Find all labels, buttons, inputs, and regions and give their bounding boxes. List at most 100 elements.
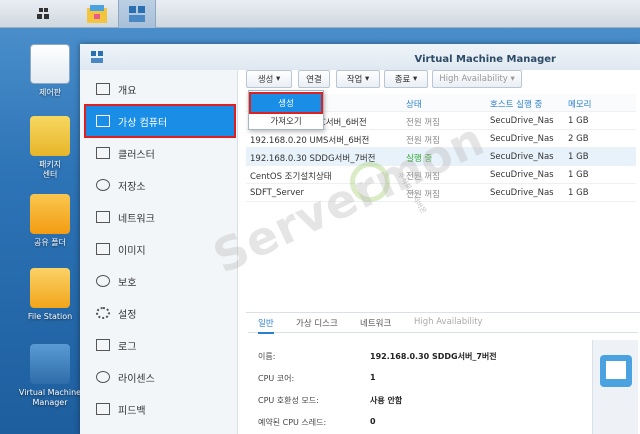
sidebar-item-log[interactable]: 로그 [86, 330, 234, 360]
window-title: Virtual Machine Manager [414, 54, 556, 65]
vm-memory: 1 GB [568, 116, 589, 126]
desktop-icon-package-center[interactable]: 패키지 센터 [14, 116, 86, 180]
create-button-label: 생성 [257, 75, 274, 85]
chevron-down-icon: ▾ [276, 74, 281, 84]
image-icon [96, 243, 110, 255]
vm-status: 전원 꺼짐 [406, 136, 440, 146]
vm-memory: 1 GB [568, 152, 589, 162]
vm-memory: 1 GB [568, 188, 589, 198]
prop-value: 192.168.0.30 SDDG서버_7버전 [370, 352, 497, 361]
sidebar-item-label: 클러스터 [118, 149, 155, 161]
mail-icon [96, 403, 110, 415]
sidebar-item-label: 네트워크 [118, 213, 155, 225]
taskbar [0, 0, 640, 28]
vm-memory: 1 GB [568, 170, 589, 180]
sidebar-item-protection[interactable]: 보호 [86, 266, 234, 296]
desktop-icon-label: 공유 폴더 [34, 238, 66, 247]
vm-status: 전원 꺼짐 [406, 118, 440, 128]
tab-high-availability[interactable]: High Availability [414, 317, 483, 327]
vm-host: SecuDrive_Nas [490, 188, 554, 198]
column-header-memory[interactable]: 메모리 [568, 98, 591, 110]
action-button[interactable]: 작업 ▾ [336, 70, 380, 88]
watermark-logo [350, 162, 390, 202]
file-station-icon [30, 268, 70, 308]
table-row[interactable]: SDFT_Server 전원 꺼짐 SecuDrive_Nas 1 GB [246, 184, 636, 202]
menu-item-create[interactable]: 생성 [249, 92, 323, 114]
shutdown-button[interactable]: 종료 ▾ [384, 70, 428, 88]
high-availability-button[interactable]: High Availability ▾ [432, 70, 522, 88]
sidebar-item-virtual-machine[interactable]: 가상 컴퓨터 [84, 104, 236, 138]
main-menu-button[interactable] [24, 0, 62, 28]
vm-name: 192.168.0.20 UMS서버_6버전 [250, 136, 370, 146]
sidebar-item-cluster[interactable]: 클러스터 [86, 138, 234, 168]
chevron-down-icon: ▾ [413, 74, 418, 84]
prop-value: 0 [370, 417, 376, 426]
sidebar-item-label: 보호 [118, 277, 137, 289]
desktop-icon-label: 제어판 [38, 88, 62, 97]
menu-item-import[interactable]: 가져오기 [251, 112, 321, 130]
table-row[interactable]: 192.168.0.20 UMS서버_6버전 전원 꺼짐 SecuDrive_N… [246, 130, 636, 148]
sidebar-item-label: 설정 [118, 309, 137, 321]
taskbar-vmm[interactable] [118, 0, 156, 28]
sidebar-item-overview[interactable]: 개요 [86, 74, 234, 104]
virtual-machine-icon [96, 115, 110, 127]
chevron-down-icon: ▾ [510, 74, 515, 84]
desktop-icon-vmm[interactable]: Virtual Machine Manager [14, 344, 86, 408]
table-row[interactable]: CentOS 조기설치상태 전원 꺼짐 SecuDrive_Nas 1 GB [246, 166, 636, 184]
main-menu-icon [37, 8, 49, 19]
vm-host: SecuDrive_Nas [490, 152, 554, 162]
column-header-host[interactable]: 호스트 실행 중 [490, 98, 542, 110]
prop-label: 예약된 CPU 스레드: [258, 418, 327, 427]
shutdown-button-label: 종료 [394, 75, 411, 85]
sidebar-item-feedback[interactable]: 피드백 [86, 394, 234, 424]
cluster-icon [96, 147, 110, 159]
create-button[interactable]: 생성 ▾ [246, 70, 292, 88]
vmm-icon [91, 51, 103, 63]
desktop-icon-control-panel[interactable]: 제어판 [14, 44, 86, 98]
desktop-icon-file-station[interactable]: File Station [14, 268, 86, 322]
window-header: Virtual Machine Manager [80, 44, 640, 70]
vm-screen-icon [600, 355, 632, 387]
tab-virtual-disk[interactable]: 가상 디스크 [296, 317, 338, 329]
sidebar-item-label: 라이센스 [118, 373, 155, 385]
detail-panel: 일반 가상 디스크 네트워크 High Availability 이름: 192… [246, 312, 640, 434]
vm-status: 전원 꺼짐 [406, 172, 440, 182]
package-center-icon [87, 5, 107, 23]
tab-general[interactable]: 일반 [258, 317, 274, 334]
protection-icon [96, 275, 110, 287]
desktop-icon-label: File Station [27, 312, 73, 321]
prop-value: 1 [370, 373, 376, 382]
prop-label: CPU 호환성 모드: [258, 396, 319, 405]
tab-network[interactable]: 네트워크 [360, 317, 391, 329]
connect-button[interactable]: 연결 [298, 70, 330, 88]
package-center-icon [30, 116, 70, 156]
vm-host: SecuDrive_Nas [490, 134, 554, 144]
vmm-icon [129, 6, 145, 22]
network-icon [96, 211, 110, 223]
vmm-window: Virtual Machine Manager 개요 가상 컴퓨터 클러스터 저… [80, 44, 640, 434]
sidebar-item-license[interactable]: 라이센스 [86, 362, 234, 392]
vm-host: SecuDrive_Nas [490, 170, 554, 180]
license-icon [96, 371, 110, 383]
table-row-selected[interactable]: 192.168.0.30 SDDG서버_7버전 실행 중 SecuDrive_N… [246, 148, 636, 166]
desktop-icon-label: 패키지 센터 [38, 160, 62, 179]
ha-button-label: High Availability [439, 74, 508, 84]
sidebar-item-image[interactable]: 이미지 [86, 234, 234, 264]
action-button-label: 작업 [346, 75, 363, 85]
sidebar-item-storage[interactable]: 저장소 [86, 170, 234, 200]
connect-button-label: 연결 [306, 75, 322, 85]
vm-status: 실행 중 [406, 154, 433, 164]
sidebar: 개요 가상 컴퓨터 클러스터 저장소 네트워크 이미지 보호 설정 로그 라이센… [80, 70, 238, 434]
vm-host: SecuDrive_Nas [490, 116, 554, 126]
column-header-status[interactable]: 상태 [406, 98, 422, 110]
vm-memory: 2 GB [568, 134, 589, 144]
sidebar-item-network[interactable]: 네트워크 [86, 202, 234, 232]
sidebar-item-label: 이미지 [118, 245, 146, 257]
shared-folder-icon [30, 194, 70, 234]
sidebar-item-label: 로그 [118, 341, 137, 353]
sidebar-item-settings[interactable]: 설정 [86, 298, 234, 328]
desktop-icon-shared-folder[interactable]: 공유 폴더 [14, 194, 86, 248]
storage-icon [96, 179, 110, 191]
taskbar-package-center[interactable] [78, 0, 116, 28]
detail-tabs: 일반 가상 디스크 네트워크 High Availability [248, 313, 638, 334]
